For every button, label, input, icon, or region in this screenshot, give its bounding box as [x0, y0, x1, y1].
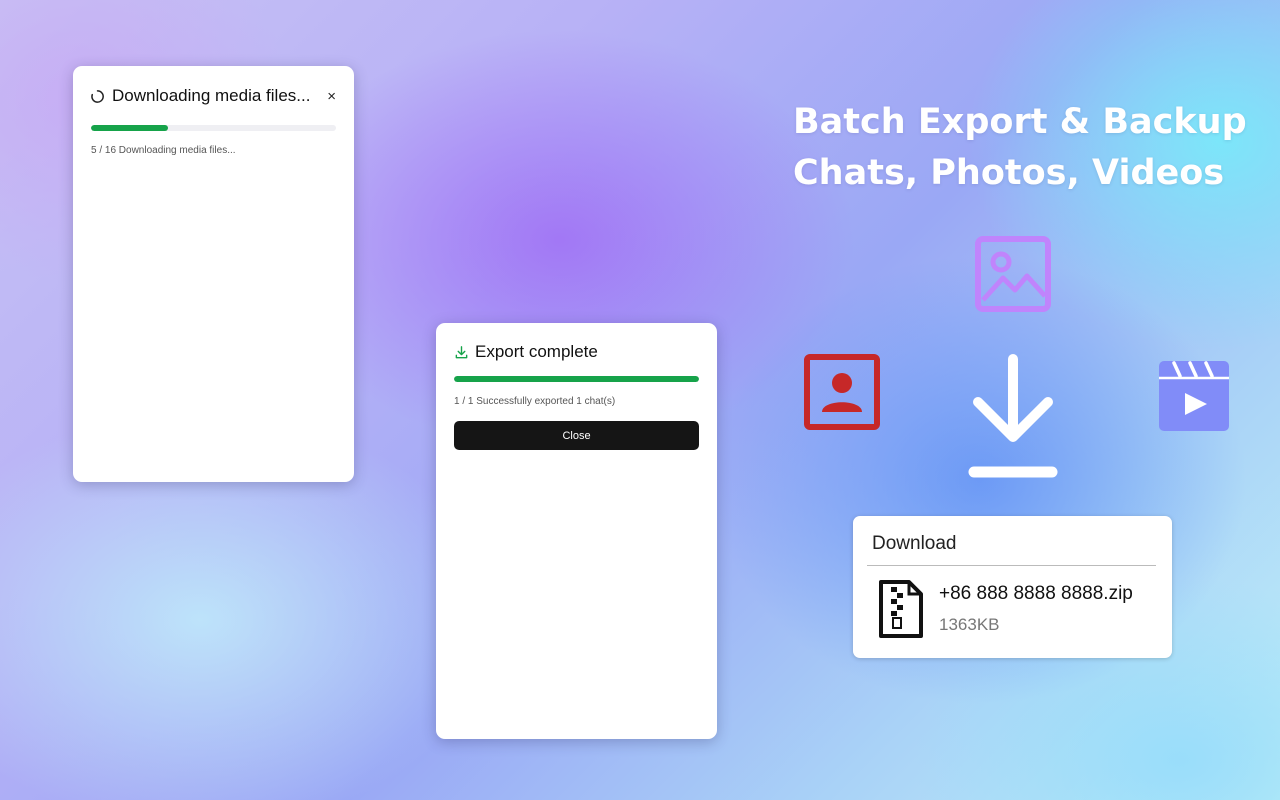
file-size: 1363KB: [939, 615, 1000, 634]
export-status-text: 1 / 1 Successfully exported 1 chat(s): [454, 396, 616, 407]
spinner-icon: [90, 89, 105, 104]
image-icon: [975, 236, 1051, 317]
download-progress-bar: [91, 125, 336, 131]
headline-line-2: Chats, Photos, Videos: [793, 153, 1225, 193]
file-name[interactable]: +86 888 8888 8888.zip: [939, 583, 1133, 605]
downloading-dialog-header: Downloading media files... ×: [90, 86, 336, 106]
export-dialog-header: Export complete: [454, 342, 699, 362]
zip-file-icon[interactable]: [877, 579, 925, 644]
video-clapper-icon: [1158, 360, 1230, 437]
download-icon: [454, 345, 469, 360]
headline-line-1: Batch Export & Backup: [793, 102, 1247, 142]
close-icon[interactable]: ×: [327, 89, 336, 104]
export-dialog-title: Export complete: [475, 342, 598, 361]
download-arrow-icon: [968, 354, 1058, 487]
downloading-dialog-title: Downloading media files...: [112, 86, 311, 105]
download-panel-title: Download: [872, 533, 957, 554]
close-button[interactable]: Close: [454, 421, 699, 450]
divider: [867, 565, 1156, 566]
contact-icon: [804, 354, 880, 435]
export-complete-dialog: Export complete 1 / 1 Successfully expor…: [436, 323, 717, 739]
export-progress-bar: [454, 376, 699, 382]
headline: Batch Export & Backup Chats, Photos, Vid…: [793, 97, 1247, 199]
downloading-dialog: Downloading media files... × 5 / 16 Down…: [73, 66, 354, 482]
download-progress-fill: [91, 125, 168, 131]
download-panel: Download +86 888 8888 8888.zip 1363KB: [853, 516, 1172, 658]
export-progress-fill: [454, 376, 699, 382]
download-status-text: 5 / 16 Downloading media files...: [91, 145, 236, 156]
